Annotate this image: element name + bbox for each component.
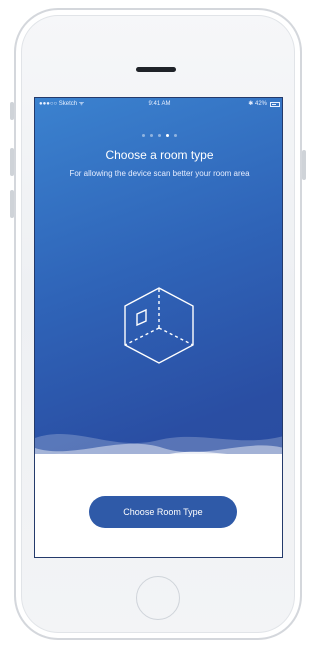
choose-room-type-button[interactable]: Choose Room Type bbox=[89, 496, 237, 528]
status-time: 9:41 AM bbox=[148, 101, 171, 107]
page-dot-3[interactable] bbox=[158, 134, 161, 137]
app-screen: ●●●○○ Sketch ᯤ 9:41 AM ✱ 42% Choose a ro… bbox=[34, 97, 283, 558]
page-indicator bbox=[35, 134, 282, 137]
page-dot-1[interactable] bbox=[142, 134, 145, 137]
power-button bbox=[302, 150, 306, 180]
earpiece-speaker bbox=[136, 67, 176, 72]
room-cube-icon bbox=[124, 287, 194, 364]
home-button[interactable] bbox=[136, 576, 180, 620]
device-mockup-stage: ●●●○○ Sketch ᯤ 9:41 AM ✱ 42% Choose a ro… bbox=[0, 0, 316, 649]
status-bar: ●●●○○ Sketch ᯤ 9:41 AM ✱ 42% bbox=[35, 98, 282, 110]
battery-indicator: ✱ 42% bbox=[248, 98, 280, 110]
volume-down-button bbox=[10, 190, 14, 218]
volume-up-button bbox=[10, 148, 14, 176]
battery-icon bbox=[270, 101, 280, 107]
page-dot-5[interactable] bbox=[174, 134, 177, 137]
onboarding-subtitle: For allowing the device scan better your… bbox=[69, 169, 250, 178]
mute-switch bbox=[10, 102, 14, 120]
onboarding-title: Choose a room type bbox=[105, 148, 214, 162]
page-dot-2[interactable] bbox=[150, 134, 153, 137]
page-dot-4[interactable] bbox=[166, 134, 169, 137]
battery-text: ✱ 42% bbox=[248, 101, 267, 107]
